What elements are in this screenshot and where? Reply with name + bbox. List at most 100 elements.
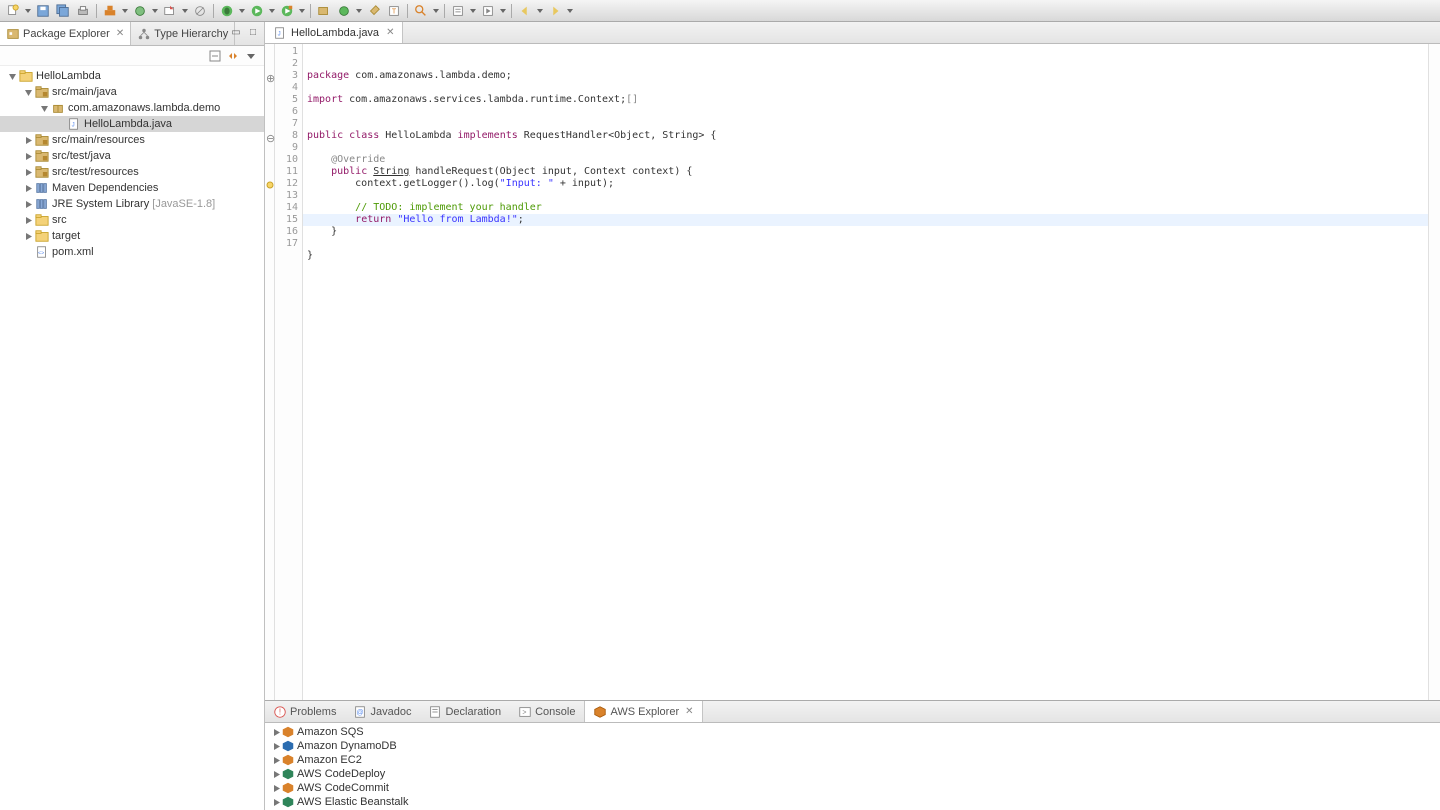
toolbar-run-icon[interactable] — [248, 3, 266, 19]
view-menu-icon[interactable] — [244, 49, 258, 63]
twisty-icon[interactable] — [38, 102, 50, 114]
maximize-icon[interactable]: □ — [246, 25, 260, 39]
toolbar-debug-icon[interactable] — [131, 3, 149, 19]
code-line-10[interactable]: context.getLogger().log("Input: " + inpu… — [303, 178, 1440, 190]
dropdown-icon[interactable] — [432, 3, 440, 19]
code-line-17[interactable] — [303, 262, 1440, 274]
bottom-tab-console[interactable]: >Console — [510, 701, 584, 722]
dropdown-icon[interactable] — [24, 3, 32, 19]
dropdown-icon[interactable] — [566, 3, 574, 19]
twisty-icon[interactable] — [22, 246, 34, 258]
twisty-icon[interactable] — [22, 86, 34, 98]
twisty-icon[interactable] — [6, 70, 18, 82]
toolbar-external-icon[interactable] — [161, 3, 179, 19]
aws-node-aws-codedeploy[interactable]: AWS CodeDeploy — [265, 767, 1440, 781]
code-line-3[interactable]: import com.amazonaws.services.lambda.run… — [303, 94, 1440, 106]
dropdown-icon[interactable] — [355, 3, 363, 19]
aws-node-amazon-ec2[interactable]: Amazon EC2 — [265, 753, 1440, 767]
aws-explorer-tree[interactable]: Amazon SQSAmazon DynamoDBAmazon EC2AWS C… — [265, 723, 1440, 810]
twisty-icon[interactable] — [22, 198, 34, 210]
dropdown-icon[interactable] — [536, 3, 544, 19]
code-area[interactable]: package com.amazonaws.lambda.demo; import… — [303, 44, 1440, 700]
bottom-tab-problems[interactable]: !Problems — [265, 701, 345, 722]
toolbar-new-dropdown-icon[interactable] — [335, 3, 353, 19]
dropdown-icon[interactable] — [469, 3, 477, 19]
toolbar-search-icon[interactable] — [412, 3, 430, 19]
toolbar-pin-icon[interactable] — [365, 3, 383, 19]
close-icon[interactable]: ✕ — [386, 27, 394, 38]
toolbar-back-icon[interactable] — [516, 3, 534, 19]
code-line-2[interactable] — [303, 82, 1440, 94]
code-line-6[interactable]: public class HelloLambda implements Requ… — [303, 130, 1440, 142]
code-line-14[interactable]: } — [303, 226, 1440, 238]
editor-tab-hellolambda[interactable]: J HelloLambda.java ✕ — [265, 22, 403, 43]
dropdown-icon[interactable] — [121, 3, 129, 19]
code-line-11[interactable] — [303, 190, 1440, 202]
tree-node-jre-system-library[interactable]: JRE System Library [JavaSE-1.8] — [0, 196, 264, 212]
code-line-8[interactable]: @Override — [303, 154, 1440, 166]
tree-node-pom-xml[interactable]: <>pom.xml — [0, 244, 264, 260]
tree-node-maven-dependencies[interactable]: Maven Dependencies — [0, 180, 264, 196]
twisty-icon[interactable] — [271, 726, 281, 738]
bottom-tab-javadoc[interactable]: @Javadoc — [345, 701, 420, 722]
dropdown-icon[interactable] — [268, 3, 276, 19]
code-line-16[interactable]: } — [303, 250, 1440, 262]
code-line-1[interactable]: package com.amazonaws.lambda.demo; — [303, 70, 1440, 82]
twisty-icon[interactable] — [54, 118, 66, 130]
toolbar-new-icon[interactable] — [4, 3, 22, 19]
twisty-icon[interactable] — [22, 230, 34, 242]
twisty-icon[interactable] — [271, 740, 281, 752]
twisty-icon[interactable] — [22, 134, 34, 146]
bottom-tab-aws-explorer[interactable]: AWS Explorer✕ — [584, 701, 702, 722]
toolbar-new-package-icon[interactable] — [315, 3, 333, 19]
twisty-icon[interactable] — [271, 782, 281, 794]
toolbar-print-icon[interactable] — [74, 3, 92, 19]
twisty-icon[interactable] — [22, 182, 34, 194]
close-icon[interactable]: ✕ — [116, 28, 124, 39]
code-line-12[interactable]: // TODO: implement your handler — [303, 202, 1440, 214]
aws-node-amazon-sqs[interactable]: Amazon SQS — [265, 725, 1440, 739]
aws-node-aws-codecommit[interactable]: AWS CodeCommit — [265, 781, 1440, 795]
toolbar-run-last-icon[interactable] — [278, 3, 296, 19]
code-line-9[interactable]: public String handleRequest(Object input… — [303, 166, 1440, 178]
tree-node-src-main-java[interactable]: src/main/java — [0, 84, 264, 100]
toolbar-build-icon[interactable] — [101, 3, 119, 19]
code-line-5[interactable] — [303, 118, 1440, 130]
toolbar-forward-icon[interactable] — [546, 3, 564, 19]
bottom-tab-declaration[interactable]: Declaration — [420, 701, 510, 722]
toolbar-save-all-icon[interactable] — [54, 3, 72, 19]
minimize-icon[interactable]: ▭ — [229, 25, 243, 39]
tree-node-src-main-resources[interactable]: src/main/resources — [0, 132, 264, 148]
twisty-icon[interactable] — [22, 214, 34, 226]
twisty-icon[interactable] — [22, 150, 34, 162]
toolbar-save-icon[interactable] — [34, 3, 52, 19]
code-line-13[interactable]: return "Hello from Lambda!"; — [303, 214, 1440, 226]
tree-node-hellolambda[interactable]: HelloLambda — [0, 68, 264, 84]
toolbar-annotations-icon[interactable] — [449, 3, 467, 19]
twisty-icon[interactable] — [271, 796, 281, 808]
tab-package-explorer[interactable]: Package Explorer ✕ — [0, 22, 131, 45]
code-line-15[interactable] — [303, 238, 1440, 250]
dropdown-icon[interactable] — [181, 3, 189, 19]
aws-node-amazon-dynamodb[interactable]: Amazon DynamoDB — [265, 739, 1440, 753]
code-line-4[interactable] — [303, 106, 1440, 118]
dropdown-icon[interactable] — [238, 3, 246, 19]
toolbar-open-type-icon[interactable]: T — [385, 3, 403, 19]
package-tree[interactable]: HelloLambdasrc/main/javacom.amazonaws.la… — [0, 66, 264, 810]
code-line-7[interactable] — [303, 142, 1440, 154]
tree-node-src[interactable]: src — [0, 212, 264, 228]
toolbar-debug-run-icon[interactable] — [218, 3, 236, 19]
dropdown-icon[interactable] — [151, 3, 159, 19]
twisty-icon[interactable] — [271, 768, 281, 780]
tree-node-hellolambda-java[interactable]: JHelloLambda.java — [0, 116, 264, 132]
dropdown-icon[interactable] — [499, 3, 507, 19]
tree-node-src-test-java[interactable]: src/test/java — [0, 148, 264, 164]
tree-node-com-amazonaws-lambda-demo[interactable]: com.amazonaws.lambda.demo — [0, 100, 264, 116]
twisty-icon[interactable] — [271, 754, 281, 766]
tree-node-target[interactable]: target — [0, 228, 264, 244]
dropdown-icon[interactable] — [298, 3, 306, 19]
toolbar-next-icon[interactable] — [479, 3, 497, 19]
tab-type-hierarchy[interactable]: Type Hierarchy — [131, 22, 235, 45]
aws-node-aws-elastic-beanstalk[interactable]: AWS Elastic Beanstalk — [265, 795, 1440, 809]
tree-node-src-test-resources[interactable]: src/test/resources — [0, 164, 264, 180]
